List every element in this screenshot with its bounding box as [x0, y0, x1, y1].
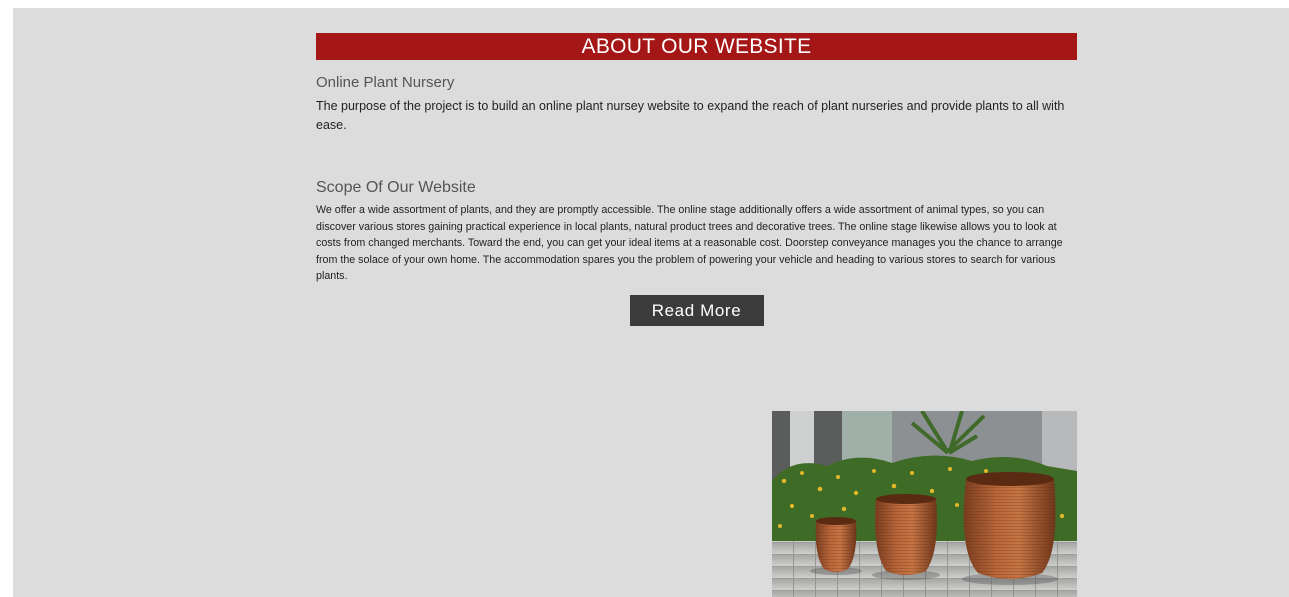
scope-heading: Scope Of Our Website — [316, 179, 476, 196]
scope-paragraph: We offer a wide assortment of plants, an… — [316, 204, 1063, 282]
purpose-paragraph: The purpose of the project is to build a… — [316, 99, 1065, 132]
online-nursery-heading: Online Plant Nursery — [316, 74, 455, 91]
about-banner-title: ABOUT OUR WEBSITE — [316, 33, 1077, 60]
read-more-wrapper: Read More — [316, 294, 1077, 326]
about-content: ABOUT OUR WEBSITE Online Plant Nursery T… — [316, 33, 1077, 326]
about-section: ABOUT OUR WEBSITE Online Plant Nursery T… — [13, 8, 1289, 597]
planter-pots-image — [772, 411, 1077, 597]
read-more-button[interactable]: Read More — [629, 294, 764, 326]
